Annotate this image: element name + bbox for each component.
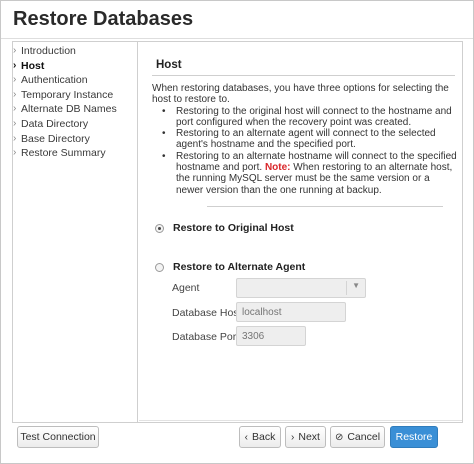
agent-select[interactable]: ▼ [236, 278, 366, 298]
intro-text: When restoring databases, you have three… [152, 83, 449, 106]
cancel-icon: ⊘ [334, 431, 344, 443]
sidebar-item-label: Alternate DB Names [21, 103, 117, 116]
panel-bottom-divider [139, 420, 462, 421]
chevron-left-icon: ‹ [244, 431, 248, 443]
database-host-label: Database Host [172, 307, 242, 319]
chevron-right-icon: › [291, 431, 295, 443]
sidebar-item-label: Base Directory [21, 132, 90, 145]
sidebar-item-label: Temporary Instance [21, 88, 114, 101]
restore-original-host-option[interactable]: Restore to Original Host [155, 222, 294, 234]
section-divider [152, 75, 455, 76]
button-label: Restore [395, 431, 433, 443]
database-port-label: Database Port [172, 331, 240, 343]
select-separator [346, 281, 347, 295]
chevron-right-icon: › [13, 147, 17, 159]
restore-alternate-agent-option[interactable]: Restore to Alternate Agent [155, 261, 305, 273]
list-item: • Restoring to an alternate hostname wil… [162, 150, 457, 196]
sidebar-item-host[interactable]: › Host [13, 59, 137, 74]
sidebar-item-label: Introduction [21, 45, 76, 57]
chevron-right-icon: › [13, 103, 17, 115]
button-label: Back [252, 431, 276, 443]
options-divider [207, 206, 443, 207]
radio-label: Restore to Alternate Agent [173, 261, 306, 273]
caret-down-icon: ▼ [352, 281, 360, 290]
cancel-button[interactable]: ⊘ Cancel [330, 426, 385, 448]
note-label: Note: [264, 162, 291, 174]
sidebar-item-data-directory[interactable]: › Data Directory [13, 117, 137, 132]
chevron-right-icon: › [13, 59, 17, 71]
back-button[interactable]: ‹ Back [239, 426, 281, 448]
list-item: • Restoring to an alternate agent will c… [162, 128, 436, 151]
sidebar-item-introduction[interactable]: › Introduction [13, 44, 137, 59]
sidebar-item-label: Data Directory [21, 117, 89, 130]
restore-original-host-radio[interactable] [155, 223, 164, 233]
chevron-right-icon: › [13, 88, 17, 100]
bullet-text: Restoring to an alternate agent will con… [176, 128, 436, 151]
database-port-input[interactable] [236, 326, 306, 346]
sidebar-item-label: Authentication [21, 74, 88, 87]
sidebar-item-base-directory[interactable]: › Base Directory [13, 132, 137, 147]
bullet-text: Restoring to the original host will conn… [176, 105, 452, 128]
restore-button[interactable]: Restore [390, 426, 438, 448]
sidebar-item-authentication[interactable]: › Authentication [13, 73, 137, 88]
sidebar-item-restore-summary[interactable]: › Restore Summary [13, 146, 137, 161]
chevron-right-icon: › [13, 117, 17, 129]
chevron-right-icon: › [13, 74, 17, 86]
database-host-input[interactable] [236, 302, 346, 322]
button-label: Cancel [347, 431, 381, 443]
button-label: Next [298, 431, 320, 443]
sidebar-item-alternate-db-names[interactable]: › Alternate DB Names [13, 102, 137, 117]
host-options-list: • Restoring to the original host will co… [152, 106, 457, 196]
wizard-steps-sidebar: › Introduction › Host › Authentication ›… [13, 42, 138, 422]
chevron-right-icon: › [13, 132, 17, 144]
section-title: Host [156, 59, 182, 71]
host-step-panel: Host When restoring databases, you have … [139, 42, 462, 422]
restore-alternate-agent-radio[interactable] [155, 262, 164, 272]
wizard-content: › Introduction › Host › Authentication ›… [12, 41, 463, 423]
sidebar-item-label: Host [21, 59, 45, 72]
agent-label: Agent [172, 282, 200, 294]
host-description: When restoring databases, you have three… [152, 83, 457, 196]
restore-databases-dialog: Restore Databases › Introduction › Host … [0, 0, 474, 464]
radio-label: Restore to Original Host [173, 222, 294, 234]
sidebar-item-temporary-instance[interactable]: › Temporary Instance [13, 88, 137, 103]
chevron-right-icon: › [13, 45, 17, 56]
dialog-title: Restore Databases [13, 8, 194, 30]
button-label: Test Connection [20, 431, 96, 443]
list-item: • Restoring to the original host will co… [162, 105, 452, 128]
sidebar-item-label: Restore Summary [21, 147, 106, 160]
test-connection-button[interactable]: Test Connection [17, 426, 99, 448]
title-divider [1, 38, 473, 39]
next-button[interactable]: › Next [285, 426, 326, 448]
